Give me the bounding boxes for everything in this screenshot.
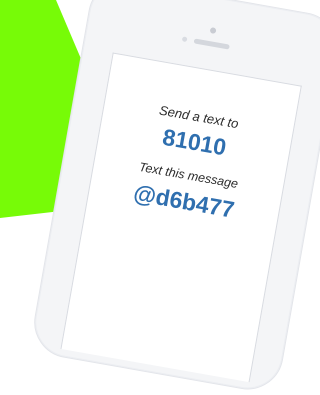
phone-screen: Send a text to 81010 Text this message @… — [60, 52, 302, 383]
camera-dot — [209, 27, 217, 35]
sensor-dot — [181, 36, 188, 43]
earpiece-speaker — [193, 38, 230, 50]
